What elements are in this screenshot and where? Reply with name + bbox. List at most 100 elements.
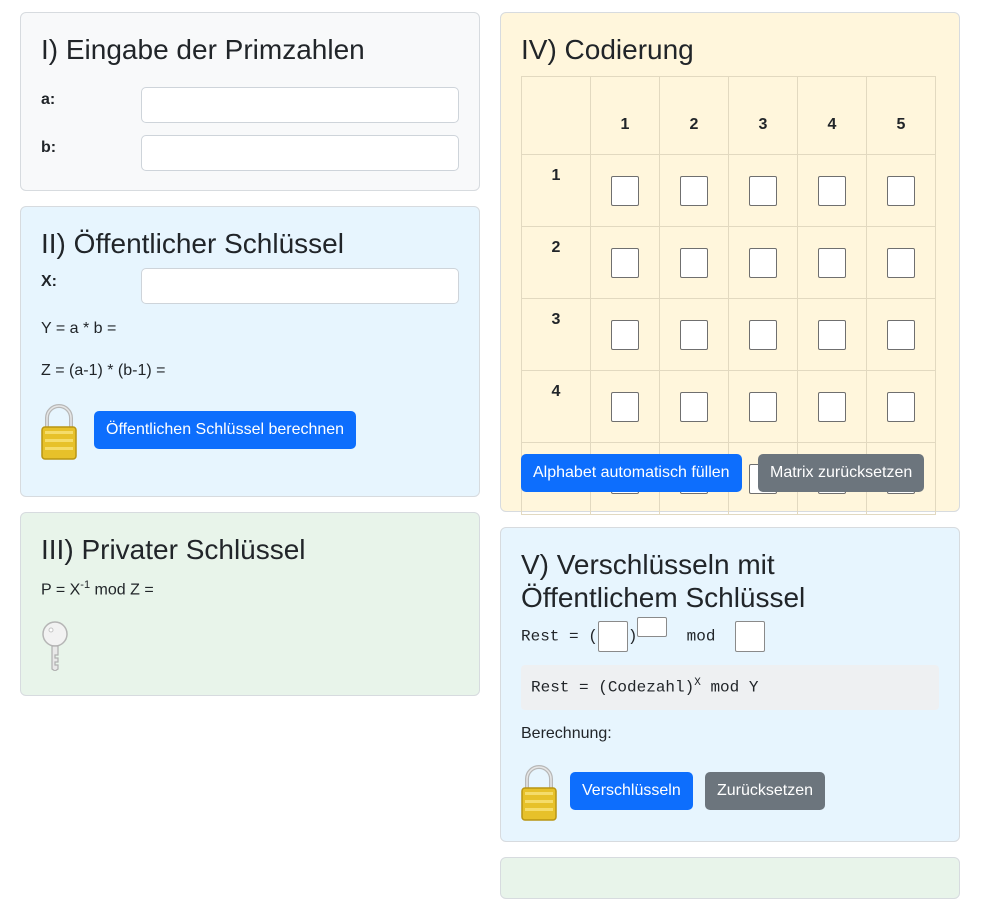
matrix-cell	[728, 154, 798, 227]
private-key-title: III) Privater Schlüssel	[41, 534, 306, 565]
matrix-cell	[728, 298, 798, 371]
info-sup: X	[694, 677, 701, 689]
matrix-input[interactable]	[887, 319, 915, 350]
matrix-corner-cell	[521, 76, 591, 155]
calc-label: Berechnung:	[521, 725, 612, 742]
encrypt-card: V) Verschlüsseln mit Öffentlichem Schlüs…	[500, 527, 960, 842]
encrypt-title: V) Verschlüsseln mit Öffentlichem Schlüs…	[521, 549, 806, 613]
matrix-cell	[659, 298, 729, 371]
info-suffix: mod Y	[700, 678, 759, 697]
compute-public-key-button[interactable]: Öffentlichen Schlüssel berechnen	[94, 411, 357, 449]
input-a[interactable]	[141, 87, 459, 123]
matrix-cell	[866, 226, 936, 299]
key-icon	[42, 621, 68, 671]
matrix-cell	[590, 370, 660, 443]
matrix-input[interactable]	[611, 319, 639, 350]
encrypt-reset-button[interactable]: Zurücksetzen	[705, 772, 826, 810]
formula-y: Y = a * b =	[41, 320, 117, 337]
public-key-title: II) Öffentlicher Schlüssel	[41, 228, 344, 259]
matrix-input[interactable]	[818, 319, 846, 350]
matrix-input[interactable]	[680, 319, 708, 350]
input-b[interactable]	[141, 135, 459, 171]
info-prefix: Rest = (Codezahl)	[531, 678, 695, 697]
matrix-input[interactable]	[680, 247, 708, 278]
matrix-col-header: 3	[728, 76, 798, 155]
formula-p-prefix: P = X	[41, 581, 81, 599]
matrix-row: 4	[521, 370, 936, 443]
matrix-input[interactable]	[611, 247, 639, 278]
matrix-cell	[797, 298, 867, 371]
reset-matrix-button[interactable]: Matrix zurücksetzen	[758, 454, 925, 492]
fill-alphabet-button[interactable]: Alphabet automatisch füllen	[521, 454, 742, 492]
rest-exponent-input[interactable]	[637, 617, 668, 637]
input-x[interactable]	[141, 268, 459, 304]
primes-title: I) Eingabe der Primzahlen	[41, 34, 365, 65]
matrix-input[interactable]	[611, 391, 639, 422]
matrix-cell	[866, 298, 936, 371]
matrix-input[interactable]	[818, 247, 846, 278]
matrix-col-header: 2	[659, 76, 729, 155]
matrix-row-header: 3	[521, 298, 591, 371]
padlock-icon	[521, 765, 557, 821]
matrix-cell	[728, 226, 798, 299]
formula-p-suffix: mod Z =	[90, 581, 154, 599]
label-a: a:	[41, 91, 56, 108]
formula-p-sup: -1	[80, 579, 91, 591]
matrix-col-header: 4	[797, 76, 867, 155]
padlock-icon	[41, 404, 77, 460]
matrix-row: 2	[521, 226, 936, 299]
decrypt-card	[500, 857, 960, 899]
matrix-cell	[797, 154, 867, 227]
matrix-cell	[659, 370, 729, 443]
matrix-input[interactable]	[611, 175, 639, 206]
matrix-cell	[590, 226, 660, 299]
formula-z: Z = (a-1) * (b-1) =	[41, 362, 166, 379]
label-b: b:	[41, 139, 57, 156]
rest-base-input[interactable]	[597, 621, 628, 652]
matrix-input[interactable]	[749, 319, 777, 350]
matrix-cell	[728, 370, 798, 443]
matrix-input[interactable]	[749, 175, 777, 206]
matrix-cell	[866, 370, 936, 443]
encrypt-button[interactable]: Verschlüsseln	[570, 772, 693, 810]
rest-prefix: Rest = (	[521, 627, 598, 646]
matrix-row-header: 2	[521, 226, 591, 299]
encoding-card: IV) Codierung 1 2 3 4 5 1 2 3 4 Alphabet…	[500, 12, 960, 515]
matrix-input[interactable]	[818, 175, 846, 206]
rest-info-box: Rest = (Codezahl)X mod Y	[521, 665, 939, 710]
matrix-input[interactable]	[887, 391, 915, 422]
rest-formula: Rest = () mod	[521, 617, 765, 652]
matrix-input[interactable]	[887, 175, 915, 206]
rest-mod: mod	[686, 627, 716, 646]
matrix-header-row: 1 2 3 4 5	[521, 76, 936, 155]
rest-modulus-input[interactable]	[734, 621, 765, 652]
matrix-row-header: 1	[521, 154, 591, 227]
encoding-matrix: 1 2 3 4 5 1 2 3 4	[521, 76, 936, 515]
matrix-cell	[659, 226, 729, 299]
matrix-input[interactable]	[749, 247, 777, 278]
rest-close: )	[627, 627, 638, 646]
matrix-cell	[659, 154, 729, 227]
private-key-card: III) Privater Schlüssel P = X-1 mod Z =	[20, 512, 480, 696]
matrix-input[interactable]	[749, 391, 777, 422]
matrix-cell	[590, 298, 660, 371]
primes-card: I) Eingabe der Primzahlen a: b:	[20, 12, 480, 191]
matrix-col-header: 1	[590, 76, 660, 155]
matrix-input[interactable]	[887, 247, 915, 278]
matrix-input[interactable]	[818, 391, 846, 422]
matrix-row-header: 4	[521, 370, 591, 443]
matrix-col-header: 5	[866, 76, 936, 155]
public-key-card: II) Öffentlicher Schlüssel X: Y = a * b …	[20, 206, 480, 497]
matrix-cell	[866, 154, 936, 227]
label-x: X:	[41, 273, 57, 290]
matrix-cell	[797, 226, 867, 299]
matrix-row: 1	[521, 154, 936, 227]
matrix-cell	[590, 154, 660, 227]
encoding-title: IV) Codierung	[521, 34, 694, 65]
matrix-row: 3	[521, 298, 936, 371]
matrix-input[interactable]	[680, 391, 708, 422]
rest-info-text: Rest = (Codezahl)X mod Y	[531, 677, 758, 696]
matrix-input[interactable]	[680, 175, 708, 206]
formula-p: P = X-1 mod Z =	[41, 579, 154, 599]
matrix-cell	[797, 370, 867, 443]
